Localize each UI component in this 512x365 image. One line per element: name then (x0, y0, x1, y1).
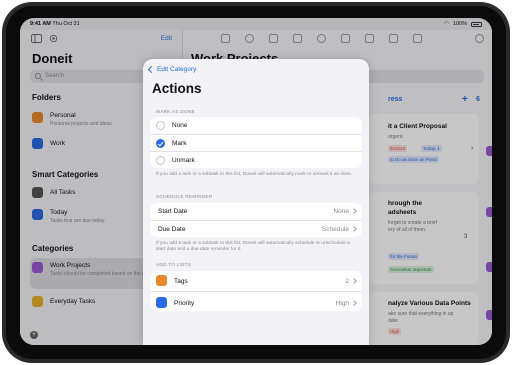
priority-value: High (335, 300, 349, 307)
priority-label: Priority (174, 300, 195, 307)
mark-as-done-note: If you add a task or a subtask to this l… (156, 172, 353, 177)
start-date-value: None (333, 208, 349, 215)
start-date-label: Start Date (158, 208, 188, 215)
schedule-reminder-label: Schedule Reminder (156, 195, 213, 200)
add-to-lists-group: Tags 2 Priority High (150, 271, 362, 311)
mark-as-done-label: Mark as Done (156, 110, 195, 115)
schedule-reminder-group: Start Date None Due Date Schedule (150, 203, 362, 237)
due-date-label: Due Date (158, 226, 186, 233)
tags-label: Tags (174, 278, 188, 285)
due-date-row[interactable]: Due Date Schedule (150, 220, 362, 237)
back-label: Edit Category (157, 66, 197, 73)
tags-count: 2 (345, 278, 349, 285)
sheet-title: Actions (152, 81, 202, 96)
chevron-right-icon (351, 300, 357, 306)
checkmark-icon (156, 139, 165, 148)
radio-icon (156, 121, 165, 130)
schedule-reminder-note: If you add a task or a subtask to this l… (156, 241, 350, 253)
chevron-right-icon (351, 226, 357, 232)
screen: 9:41 AM Thu Oct 31 ◠ 100% Edit Doneit Se… (20, 18, 492, 345)
option-label: Unmark (172, 157, 195, 164)
option-none[interactable]: None (150, 117, 362, 134)
priority-row[interactable]: Priority High (150, 291, 362, 311)
actions-sheet: Edit Category Actions Mark as Done None … (143, 59, 369, 345)
option-label: Mark (172, 140, 187, 147)
priority-icon (156, 297, 167, 308)
tags-row[interactable]: Tags 2 (150, 271, 362, 291)
add-to-lists-label: Add to Lists (156, 263, 192, 268)
mark-as-done-group: None Mark Unmark (150, 117, 362, 168)
option-unmark[interactable]: Unmark (150, 151, 362, 168)
radio-icon (156, 156, 165, 165)
tag-icon (156, 275, 167, 286)
chevron-left-icon (147, 65, 156, 74)
option-label: None (172, 122, 188, 129)
chevron-right-icon (351, 278, 357, 284)
back-button[interactable]: Edit Category (147, 65, 197, 74)
due-date-value: Schedule (321, 226, 349, 233)
chevron-right-icon (351, 208, 357, 214)
option-mark[interactable]: Mark (150, 134, 362, 151)
start-date-row[interactable]: Start Date None (150, 203, 362, 220)
